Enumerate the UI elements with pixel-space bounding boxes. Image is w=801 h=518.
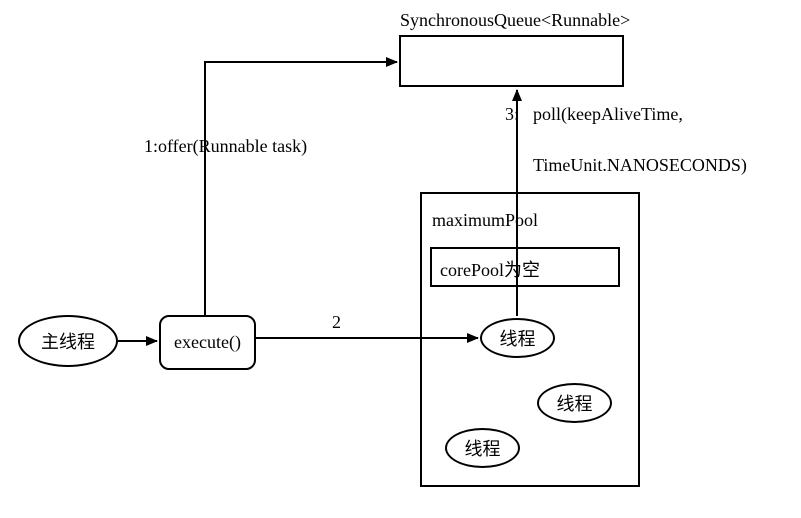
edge-poll-line2-label: TimeUnit.NANOSECONDS) bbox=[533, 155, 747, 176]
thread-node-1: 线程 bbox=[480, 318, 555, 358]
queue-box bbox=[399, 35, 624, 87]
thread-node-1-label: 线程 bbox=[500, 325, 536, 351]
edge-offer-label: 1:offer(Runnable task) bbox=[144, 136, 307, 157]
edge-two-label: 2 bbox=[332, 312, 341, 333]
execute-label: execute() bbox=[174, 332, 241, 353]
edge-poll-line1-label: poll(keepAliveTime, bbox=[533, 104, 683, 125]
core-pool-label: corePool为空 bbox=[440, 256, 540, 282]
diagram-stage: SynchronousQueue<Runnable> 1:offer(Runna… bbox=[0, 0, 801, 518]
main-thread-label: 主线程 bbox=[41, 328, 95, 354]
thread-node-3: 线程 bbox=[445, 428, 520, 468]
arrow-execute-to-queue bbox=[205, 62, 397, 315]
thread-node-2: 线程 bbox=[537, 383, 612, 423]
thread-node-3-label: 线程 bbox=[465, 435, 501, 461]
thread-node-2-label: 线程 bbox=[557, 390, 593, 416]
main-thread-node: 主线程 bbox=[18, 315, 118, 367]
queue-title-label: SynchronousQueue<Runnable> bbox=[400, 10, 630, 31]
execute-box: execute() bbox=[159, 315, 256, 370]
maximum-pool-label: maximumPool bbox=[432, 210, 538, 231]
edge-poll-num-label: 3: bbox=[505, 104, 519, 125]
